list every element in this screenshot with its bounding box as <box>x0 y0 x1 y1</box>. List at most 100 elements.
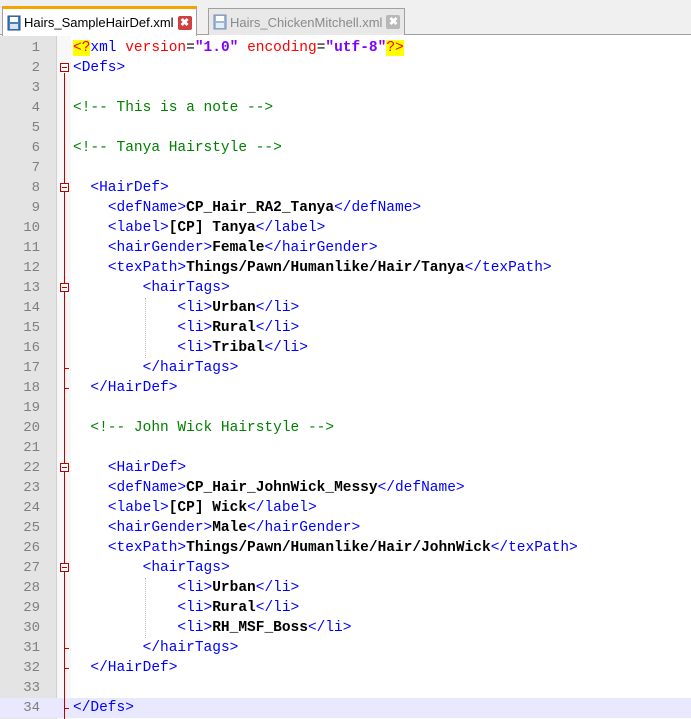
token-tag: </li> <box>255 320 300 336</box>
fold-toggle-icon[interactable] <box>60 283 69 292</box>
code-line[interactable]: 22 <HairDef> <box>0 458 691 478</box>
code-line[interactable]: 12 <texPath>Things/Pawn/Humanlike/Hair/T… <box>0 258 691 278</box>
token-tag: <li> <box>177 580 213 596</box>
tab-label: Hairs_ChickenMitchell.xml <box>230 14 383 30</box>
token-tag: </hairGender> <box>264 240 378 256</box>
line-number: 32 <box>23 660 40 676</box>
token-tag: <hairGender> <box>107 520 213 536</box>
code-text: <label>[CP] Wick</label> <box>73 498 317 518</box>
fold-toggle-icon[interactable] <box>60 463 69 472</box>
code-line[interactable]: 9 <defName>CP_Hair_RA2_Tanya</defName> <box>0 198 691 218</box>
fold-toggle-icon[interactable] <box>60 563 69 572</box>
code-text: <HairDef> <box>73 458 186 478</box>
token-tag: </Defs> <box>73 700 134 716</box>
code-line[interactable]: 11 <hairGender>Female</hairGender> <box>0 238 691 258</box>
code-line[interactable]: 25 <hairGender>Male</hairGender> <box>0 518 691 538</box>
line-number: 33 <box>23 680 40 696</box>
code-text: <!-- This is a note --> <box>73 98 273 118</box>
code-line[interactable]: 32 </HairDef> <box>0 658 691 678</box>
token-tag: </HairDef> <box>90 660 178 676</box>
code-line[interactable]: 3 <box>0 78 691 98</box>
token-tag: </li> <box>255 580 300 596</box>
token-text: Tribal <box>212 340 265 356</box>
token-tag: xml <box>90 40 126 56</box>
token-text: CP_Hair_JohnWick_Messy <box>186 480 378 496</box>
code-line[interactable]: 6 <!-- Tanya Hairstyle --> <box>0 138 691 158</box>
code-text: <li>Rural</li> <box>73 318 299 338</box>
code-line[interactable]: 20 <!-- John Wick Hairstyle --> <box>0 418 691 438</box>
code-text: <?xml version="1.0" encoding="utf-8"?> <box>73 38 404 58</box>
code-line[interactable]: 24 <label>[CP] Wick</label> <box>0 498 691 518</box>
code-line[interactable]: 17 </hairTags> <box>0 358 691 378</box>
code-text: <label>[CP] Tanya</label> <box>73 218 326 238</box>
token-tag: </defName> <box>334 200 422 216</box>
code-line[interactable]: 29 <li>Rural</li> <box>0 598 691 618</box>
code-text: <texPath>Things/Pawn/Humanlike/Hair/John… <box>73 538 578 558</box>
code-line[interactable]: 23 <defName>CP_Hair_JohnWick_Messy</defN… <box>0 478 691 498</box>
code-line[interactable]: 13 <hairTags> <box>0 278 691 298</box>
code-text: <hairTags> <box>73 278 230 298</box>
code-text: <hairGender>Female</hairGender> <box>73 238 378 258</box>
code-line[interactable]: 33 <box>0 678 691 698</box>
line-number: 3 <box>31 80 40 96</box>
code-text: </hairTags> <box>73 358 239 378</box>
code-line[interactable]: 30 <li>RH_MSF_Boss</li> <box>0 618 691 638</box>
code-line[interactable]: 14 <li>Urban</li> <box>0 298 691 318</box>
fold-end-mark <box>64 388 69 389</box>
token-tag: </label> <box>247 500 317 516</box>
code-text: <!-- Tanya Hairstyle --> <box>73 138 282 158</box>
code-line[interactable]: 21 <box>0 438 691 458</box>
token-tag: </li> <box>255 600 300 616</box>
code-line[interactable]: 28 <li>Urban</li> <box>0 578 691 598</box>
code-line[interactable]: 31 </hairTags> <box>0 638 691 658</box>
code-text: <defName>CP_Hair_JohnWick_Messy</defName… <box>73 478 465 498</box>
code-text: <!-- John Wick Hairstyle --> <box>73 418 334 438</box>
line-number: 2 <box>31 60 40 76</box>
code-line[interactable]: 8 <HairDef> <box>0 178 691 198</box>
tab-label: Hairs_SampleHairDef.xml <box>24 15 174 30</box>
close-icon[interactable]: ✖ <box>177 15 192 30</box>
code-line[interactable]: 16 <li>Tribal</li> <box>0 338 691 358</box>
token-tag: </defName> <box>377 480 465 496</box>
code-text: <li>Rural</li> <box>73 598 299 618</box>
token-str: "utf-8" <box>325 40 387 56</box>
line-number: 10 <box>23 220 40 236</box>
code-line[interactable]: 2 <Defs> <box>0 58 691 78</box>
code-text: <Defs> <box>73 58 125 78</box>
code-text: <defName>CP_Hair_RA2_Tanya</defName> <box>73 198 421 218</box>
token-tag: <HairDef> <box>90 180 169 196</box>
token-comment: <!-- Tanya Hairstyle --> <box>73 140 282 156</box>
token-tag: <defName> <box>107 200 187 216</box>
line-number: 11 <box>23 240 40 256</box>
code-line[interactable]: 5 <box>0 118 691 138</box>
token-text: CP_Hair_RA2_Tanya <box>186 200 335 216</box>
code-line[interactable]: 34 </Defs> <box>0 698 691 718</box>
token-tag: </texPath> <box>464 260 552 276</box>
tab-hairs-chickenmitchell[interactable]: Hairs_ChickenMitchell.xml ✖ <box>208 8 406 35</box>
tab-hairs-samplehairdef[interactable]: Hairs_SampleHairDef.xml ✖ <box>2 6 197 36</box>
code-line[interactable]: 4 <!-- This is a note --> <box>0 98 691 118</box>
line-number: 8 <box>31 180 40 196</box>
fold-toggle-icon[interactable] <box>60 63 69 72</box>
code-line[interactable]: 26 <texPath>Things/Pawn/Humanlike/Hair/J… <box>0 538 691 558</box>
line-number: 16 <box>23 340 40 356</box>
code-editor[interactable]: 1 <?xml version="1.0" encoding="utf-8"?> 2… <box>0 36 691 719</box>
code-line[interactable]: 10 <label>[CP] Tanya</label> <box>0 218 691 238</box>
code-line[interactable]: 18 </HairDef> <box>0 378 691 398</box>
line-number: 4 <box>31 100 40 116</box>
token-attr: version <box>125 40 187 56</box>
code-line[interactable]: 19 <box>0 398 691 418</box>
close-icon[interactable]: ✖ <box>386 15 401 29</box>
token-tag: </hairTags> <box>142 640 239 656</box>
fold-toggle-icon[interactable] <box>60 183 69 192</box>
code-line[interactable]: 15 <li>Rural</li> <box>0 318 691 338</box>
code-line[interactable]: 1 <?xml version="1.0" encoding="utf-8"?> <box>0 38 691 58</box>
token-text: Things/Pawn/Humanlike/Hair/JohnWick <box>186 540 491 556</box>
fold-end-mark <box>64 668 69 669</box>
line-number: 26 <box>23 540 40 556</box>
code-text: <hairTags> <box>73 558 230 578</box>
line-number: 7 <box>31 160 40 176</box>
code-line[interactable]: 27 <hairTags> <box>0 558 691 578</box>
code-line[interactable]: 7 <box>0 158 691 178</box>
